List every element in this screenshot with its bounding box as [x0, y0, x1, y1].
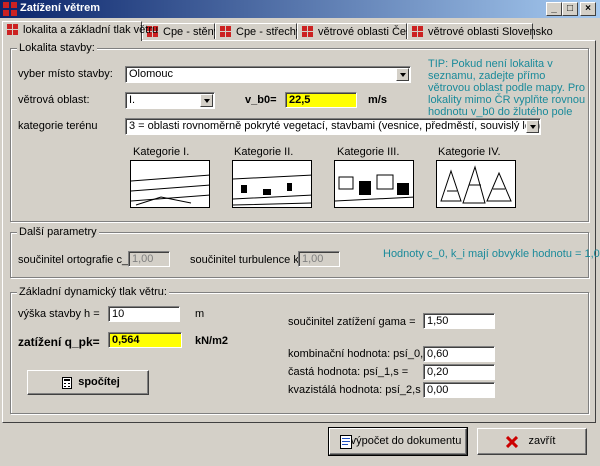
vb0-unit: m/s: [368, 94, 387, 106]
close-x-icon: [506, 436, 518, 448]
spocitej-button[interactable]: spočítej: [27, 370, 149, 395]
oblast-select[interactable]: I.: [125, 92, 215, 109]
qpk-label: zatížení q_pk=: [18, 335, 100, 349]
vb0-label: v_b0=: [245, 94, 277, 106]
maximize-button[interactable]: □: [562, 2, 578, 16]
document-icon: [340, 435, 352, 449]
grid-icon: [302, 26, 313, 37]
group-title: Základní dynamický tlak větru:: [17, 286, 169, 298]
tab-label: Cpe - stěny: [163, 26, 220, 38]
vypocet-label: výpočet do dokumentu: [350, 435, 462, 447]
ki-input[interactable]: 1,00: [298, 251, 340, 267]
c0-input[interactable]: 1,00: [128, 251, 170, 267]
zavrit-button[interactable]: zavřít: [477, 428, 587, 455]
grid-icon: [412, 26, 423, 37]
misto-value: Olomouc: [129, 68, 174, 80]
kategorie-3-label: Kategorie III.: [337, 146, 400, 158]
psi1-input[interactable]: 0,20: [423, 364, 495, 380]
vypocet-do-dokumentu-button[interactable]: výpočet do dokumentu: [328, 427, 468, 456]
gama-label: součinitel zatížení gama =: [288, 316, 416, 328]
tab-label: Cpe - střechy: [236, 26, 302, 38]
dalsi-note: Hodnoty c_0, k_i mají obvykle hodnotu = …: [383, 248, 600, 260]
close-window-button[interactable]: ×: [580, 2, 596, 16]
terrain-category-4-image: [436, 160, 516, 208]
tab-label: větrové oblasti Slovensko: [428, 26, 553, 38]
minimize-button[interactable]: _: [546, 2, 562, 16]
terrain-category-1-image: [130, 160, 210, 208]
h-unit: m: [195, 308, 205, 320]
qpk-unit: kN/m2: [195, 335, 229, 347]
psi0-label: kombinační hodnota: psí_0,s =: [288, 348, 439, 360]
tab-vetrove-oblasti-slovensko[interactable]: větrové oblasti Slovensko: [407, 23, 553, 39]
grid-icon: [220, 26, 231, 37]
psi1-label: častá hodnota: psí_1,s =: [288, 366, 409, 378]
qpk-output: 0,564: [108, 332, 182, 348]
chevron-down-icon[interactable]: [200, 94, 213, 107]
h-input[interactable]: 10: [108, 306, 180, 322]
tab-vetrove-oblasti-cesko[interactable]: větrové oblasti Česko: [297, 23, 423, 39]
oblast-label: větrová oblast:: [18, 94, 90, 106]
kategorie-label: kategorie terénu: [18, 120, 98, 132]
tab-label: lokalita a základní tlak větru: [23, 24, 159, 36]
c0-label: součinitel ortografie c_0 =: [18, 254, 144, 266]
grid-icon: [7, 24, 18, 35]
kategorie-1-label: Kategorie I.: [133, 146, 190, 158]
misto-select[interactable]: Olomouc: [125, 66, 411, 83]
chevron-down-icon[interactable]: [396, 68, 409, 81]
title-bar: Zatížení větrem _ □ ×: [0, 0, 600, 18]
psi0-input[interactable]: 0,60: [423, 346, 495, 362]
window-title: Zatížení větrem: [20, 2, 101, 14]
calculator-icon: [62, 377, 72, 389]
misto-label: vyber místo stavby:: [18, 68, 113, 80]
vb0-input[interactable]: 22,5: [285, 92, 357, 108]
chevron-down-icon[interactable]: [526, 120, 539, 133]
tip-text: TIP: Pokud není lokalita v seznamu, zade…: [428, 58, 586, 118]
h-label: výška stavby h =: [18, 308, 100, 320]
psi2-input[interactable]: 0,00: [423, 382, 495, 398]
kategorie-value: 3 = oblasti rovnoměrně pokryté vegetací,…: [129, 120, 541, 132]
kategorie-2-label: Kategorie II.: [234, 146, 294, 158]
app-icon: [3, 2, 17, 16]
oblast-value: I.: [129, 94, 136, 106]
terrain-category-2-image: [232, 160, 312, 208]
psi2-label: kvazistálá hodnota: psí_2,s =: [288, 384, 431, 396]
kategorie-4-label: Kategorie IV.: [438, 146, 501, 158]
group-title: Lokalita stavby:: [17, 42, 97, 54]
tab-cpe-strechy[interactable]: Cpe - střechy: [215, 23, 301, 39]
gama-input[interactable]: 1,50: [423, 313, 495, 329]
kategorie-select[interactable]: 3 = oblasti rovnoměrně pokryté vegetací,…: [125, 118, 541, 135]
group-title: Další parametry: [17, 226, 99, 238]
terrain-category-3-image: [334, 160, 414, 208]
tab-lokalita[interactable]: lokalita a základní tlak větru: [2, 21, 158, 41]
